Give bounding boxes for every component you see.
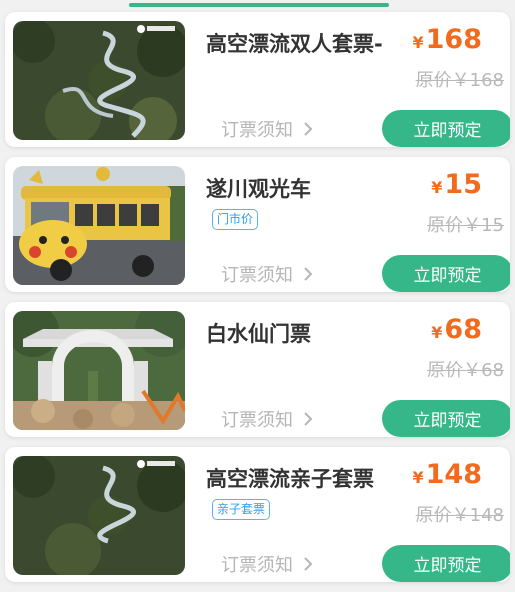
book-now-button[interactable]: 立即预定 [382, 255, 510, 292]
currency-symbol: ¥ [412, 468, 424, 487]
ticket-title[interactable]: 白水仙门票 [206, 318, 311, 348]
ticket-card[interactable]: 遂川观光车 门市价 ¥15 原价￥15 订票须知 立即预定 [5, 157, 510, 292]
booking-notice-label: 订票须知 [221, 410, 293, 431]
price-amount: 168 [425, 24, 482, 55]
ticket-list: 高空漂流双人套票- ¥168 原价￥168 订票须知 立即预定 遂川观光车 门市… [0, 12, 515, 592]
ticket-price: ¥68 [431, 314, 482, 345]
original-price: 原价￥148 [415, 505, 504, 526]
ticket-price: ¥15 [431, 169, 482, 200]
original-price: 原价￥15 [427, 215, 504, 236]
book-now-button[interactable]: 立即预定 [382, 110, 510, 147]
original-price: 原价￥68 [427, 360, 504, 381]
scroll-tab-indicator [129, 3, 389, 7]
book-now-button[interactable]: 立即预定 [382, 400, 510, 437]
original-price: 原价￥168 [415, 70, 504, 91]
currency-symbol: ¥ [431, 323, 443, 342]
ticket-card[interactable]: 高空漂流双人套票- ¥168 原价￥168 订票须知 立即预定 [5, 12, 510, 147]
price-type-badge: 门市价 [212, 209, 259, 230]
price-type-badge: 亲子套票 [212, 499, 271, 520]
chevron-right-icon [303, 410, 313, 431]
stone-gate-photo[interactable] [13, 311, 185, 430]
booking-notice-link[interactable]: 订票须知 [221, 551, 313, 577]
price-amount: 148 [425, 459, 482, 490]
booking-notice-link[interactable]: 订票须知 [221, 116, 313, 142]
currency-symbol: ¥ [431, 178, 443, 197]
book-now-button[interactable]: 立即预定 [382, 545, 510, 582]
chevron-right-icon [303, 265, 313, 286]
ticket-card[interactable]: 白水仙门票 ¥68 原价￥68 订票须知 立即预定 [5, 302, 510, 437]
rafting-track-photo[interactable] [13, 21, 185, 140]
chevron-right-icon [303, 120, 313, 141]
booking-notice-label: 订票须知 [221, 265, 293, 286]
chevron-right-icon [303, 555, 313, 576]
price-amount: 15 [444, 169, 482, 200]
currency-symbol: ¥ [412, 33, 424, 52]
ticket-title[interactable]: 高空漂流亲子套票 [206, 463, 374, 493]
ticket-title[interactable]: 遂川观光车 [206, 173, 311, 203]
price-amount: 68 [444, 314, 482, 345]
sightseeing-cart-photo[interactable] [13, 166, 185, 285]
ticket-price: ¥168 [412, 24, 482, 55]
rafting-track-photo[interactable] [13, 456, 185, 575]
ticket-title[interactable]: 高空漂流双人套票- [206, 28, 383, 58]
booking-notice-label: 订票须知 [221, 555, 293, 576]
booking-notice-link[interactable]: 订票须知 [221, 406, 313, 432]
booking-notice-label: 订票须知 [221, 120, 293, 141]
booking-notice-link[interactable]: 订票须知 [221, 261, 313, 287]
ticket-price: ¥148 [412, 459, 482, 490]
